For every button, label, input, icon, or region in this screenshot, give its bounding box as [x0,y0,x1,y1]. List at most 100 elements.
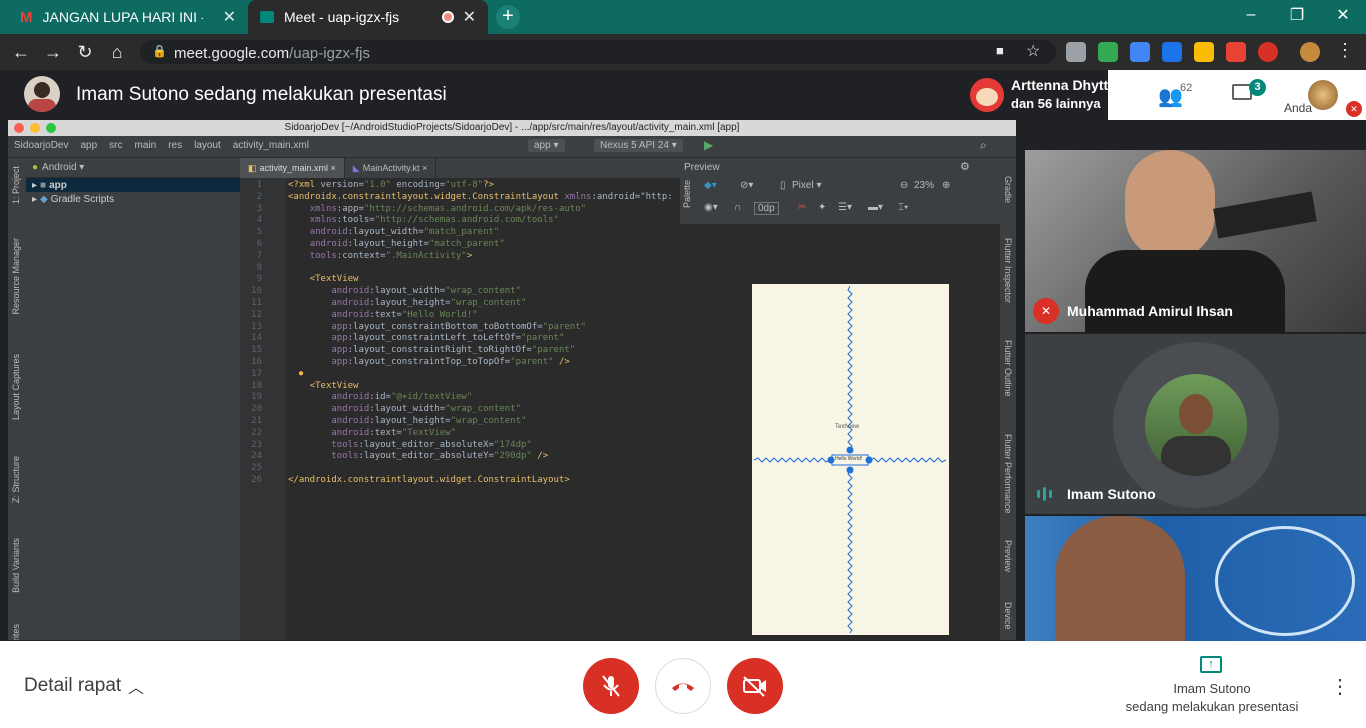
code-line[interactable]: 8 [240,263,680,275]
code-line[interactable]: 20 android:layout_width="wrap_content" [240,404,680,416]
tool-structure[interactable]: Z: Structure [11,456,21,503]
forward-button[interactable]: → [36,34,70,70]
code-line[interactable]: 10 android:layout_width="wrap_content" [240,286,680,298]
hello-world-widget[interactable]: Hello World! [835,456,862,462]
search-icon[interactable]: ⌕ [980,138,987,153]
gear-icon[interactable]: ⚙ [960,160,970,173]
code-line[interactable]: 2 <androidx.constraintlayout.widget.Const… [240,192,680,204]
tool-flutter-outline[interactable]: Flutter Outline [1003,340,1013,397]
reload-button[interactable]: ↻ [68,34,102,70]
minimize-button[interactable]: – [1228,0,1274,30]
home-button[interactable]: ⌂ [100,34,134,70]
magnet-icon[interactable]: ∩ [734,202,741,213]
tool-flutter-inspector[interactable]: Flutter Inspector [1003,238,1013,303]
window-close-button[interactable]: ✕ [1320,0,1366,30]
extension-icon[interactable] [1194,42,1214,62]
tool-build-variants[interactable]: Build Variants [11,538,21,593]
extension-icon[interactable] [1098,42,1118,62]
close-icon[interactable]: ✕ [463,7,476,27]
translate-extension-icon[interactable] [1162,42,1182,62]
bookmark-star-icon[interactable]: ☆ [1026,41,1040,61]
textview-widget[interactable]: TextView [835,424,859,430]
orientation-icon[interactable]: ⊘▾ [740,180,753,191]
tab-gmail[interactable]: M JANGAN LUPA HARI INI - Meetup ✕ [8,0,248,34]
presenting-status-name[interactable]: Imam Sutono [1110,681,1314,696]
tab-meet[interactable]: Meet - uap-igzx-fjs ✕ [248,0,488,34]
eye-icon[interactable]: ◉▾ [704,202,718,213]
code-line[interactable]: 24 tools:layout_editor_absoluteY="290dp"… [240,451,680,463]
code-line[interactable]: 14 app:layout_constraintLeft_toLeftOf="p… [240,333,680,345]
participant-tile-video[interactable] [1025,516,1366,641]
leave-call-button[interactable] [655,658,711,714]
code-line[interactable]: 7 tools:context=".MainActivity"> [240,251,680,263]
device-select[interactable]: Nexus 5 API 24 ▾ [594,139,683,152]
tab-activity-main[interactable]: ◧ activity_main.xml × [240,158,345,178]
close-icon[interactable]: ✕ [223,7,236,27]
breadcrumb-item[interactable]: SidoarjoDev [14,140,68,151]
code-line[interactable]: 21 android:layout_height="wrap_content" [240,416,680,428]
tool-device[interactable]: Device [1003,602,1013,630]
presenting-status-text[interactable]: sedang melakukan presentasi [1110,699,1314,714]
code-area[interactable]: 1 <?xml version="1.0" encoding="utf-8"?> 2… [240,180,680,487]
code-line[interactable]: 11 android:layout_height="wrap_content" [240,298,680,310]
breadcrumb-item[interactable]: src [109,140,122,151]
run-config-select[interactable]: app ▾ [528,139,565,152]
code-line[interactable]: 23 tools:layout_editor_absoluteX="174dp" [240,440,680,452]
device-preview[interactable]: TextView Hello World! [752,284,949,635]
code-line[interactable]: 6 android:layout_height="match_parent" [240,239,680,251]
code-line[interactable]: 22 android:text="TextView" [240,428,680,440]
more-options-icon[interactable]: ⋮ [1330,674,1350,699]
code-editor[interactable]: ◧ activity_main.xml × ◣ MainActivity.kt × … [240,158,680,640]
code-line[interactable]: 9 <TextView [240,274,680,286]
zoom-in-icon[interactable]: ⊕ [942,180,950,191]
code-line[interactable]: 19 android:id="@+id/textView" [240,392,680,404]
back-button[interactable]: ← [4,34,38,70]
chevron-up-icon[interactable]: ︿ [128,674,144,698]
code-line[interactable]: 26 </androidx.constraintlayout.widget.Con… [240,475,680,487]
maximize-button[interactable]: ❐ [1274,0,1320,30]
tool-flutter-performance[interactable]: Flutter Performance [1003,434,1013,514]
mic-toggle-button[interactable] [583,658,639,714]
breadcrumb-item[interactable]: res [168,140,182,151]
meeting-details-button[interactable]: Detail rapat [24,675,121,697]
screenshot-extension-icon[interactable] [1066,42,1086,62]
breadcrumb-item[interactable]: main [135,140,157,151]
code-line[interactable]: 5 android:layout_width="match_parent" [240,227,680,239]
tool-resource-manager[interactable]: Resource Manager [11,238,21,315]
tab-main-activity[interactable]: ◣ MainActivity.kt × [345,158,437,178]
code-line[interactable]: 13 app:layout_constraintBottom_toBottomO… [240,322,680,334]
tree-item-app[interactable]: ▸ ■ app [26,178,240,192]
extension-icon[interactable] [1226,42,1246,62]
code-line[interactable]: 25 [240,463,680,475]
camera-toggle-button[interactable] [727,658,783,714]
code-line[interactable]: 16 app:layout_constraintTop_toTopOf="par… [240,357,680,369]
tree-item-gradle[interactable]: ▸ ◆ Gradle Scripts [26,192,240,206]
clear-constraints-icon[interactable]: ✂ [798,202,806,213]
profile-avatar[interactable] [1300,42,1320,62]
breadcrumb-item[interactable]: app [80,140,97,151]
zoom-out-icon[interactable]: ⊖ [900,180,908,191]
code-line[interactable]: 15 app:layout_constraintRight_toRightOf=… [240,345,680,357]
extension-icon[interactable] [1258,42,1278,62]
align-icon[interactable]: ▬▾ [868,202,883,213]
code-line[interactable]: 17 [240,369,680,381]
url-text[interactable]: meet.google.com/uap-igzx-fjs [174,45,370,62]
camera-blocked-icon[interactable]: ■ [996,43,1004,58]
guidelines-icon[interactable]: ☰▾ [838,202,852,213]
pixel-device-select[interactable]: Pixel ▾ [792,180,822,191]
device-icon[interactable]: ▯ [780,180,786,191]
tool-gradle[interactable]: Gradle [1003,176,1013,203]
code-line[interactable]: 12 android:text="Hello World!" [240,310,680,322]
new-tab-button[interactable]: + [496,5,520,29]
code-line[interactable]: 4 xmlns:tools="http://schemas.android.co… [240,215,680,227]
layers-icon[interactable]: ◆▾ [704,180,717,191]
code-line[interactable]: 1 <?xml version="1.0" encoding="utf-8"?> [240,180,680,192]
project-view-select[interactable]: ● Android ▾ [26,158,240,178]
tool-favorites[interactable]: rites [11,624,21,640]
browser-menu-icon[interactable]: ⋮ [1336,40,1354,61]
tool-layout-captures[interactable]: Layout Captures [11,354,21,420]
code-line[interactable]: 18 <TextView [240,381,680,393]
baseline-icon[interactable]: ⌶▾ [898,202,908,213]
breadcrumb-item[interactable]: layout [194,140,221,151]
present-screen-icon[interactable]: ↑ [1200,656,1222,673]
